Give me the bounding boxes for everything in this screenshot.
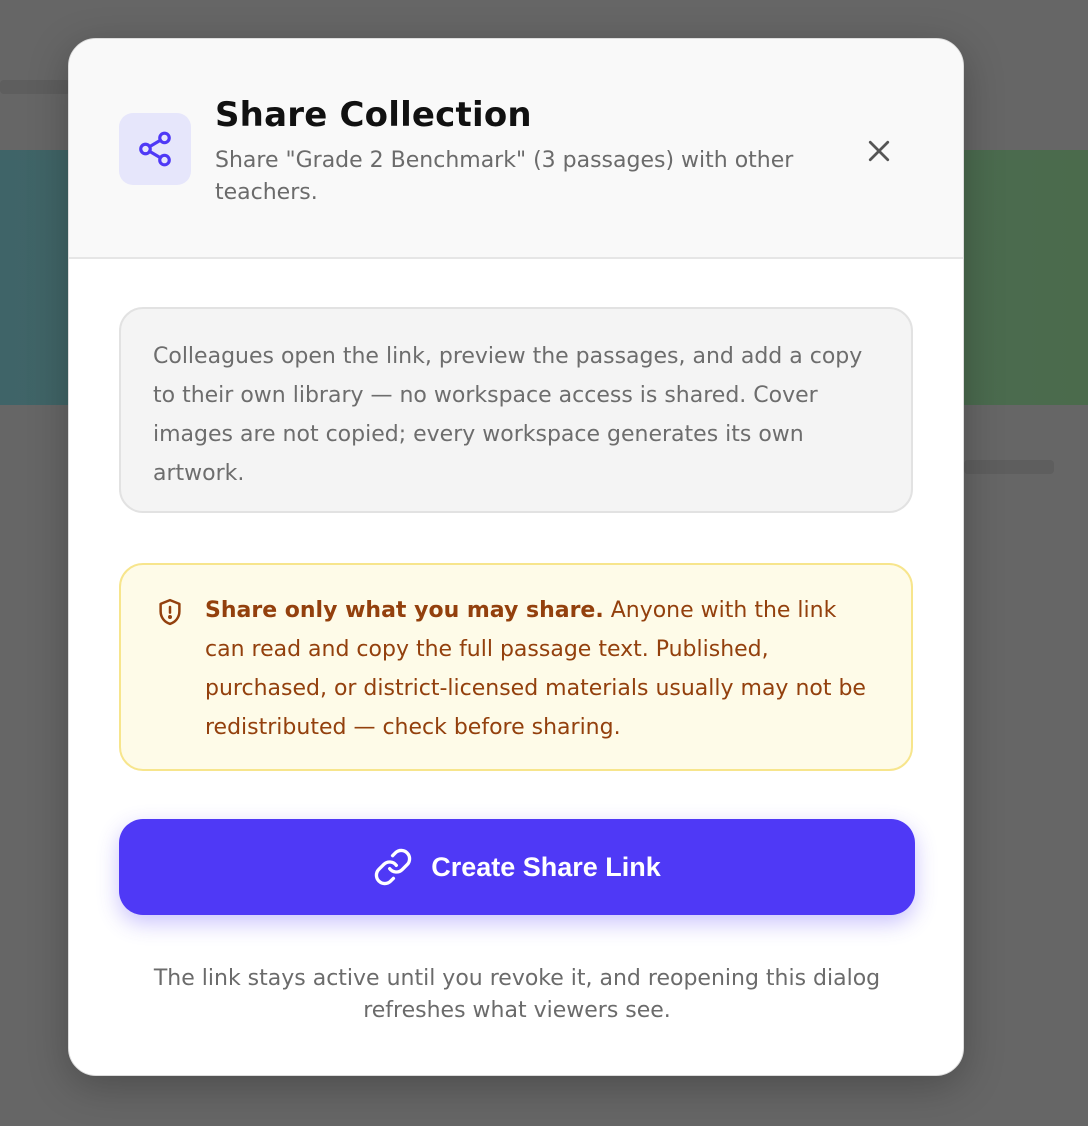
link-icon	[374, 848, 412, 886]
background-text-line	[0, 80, 70, 94]
info-text: Colleagues open the link, preview the pa…	[153, 344, 863, 486]
dialog-title: Share Collection	[215, 95, 532, 135]
dialog-subtitle: Share "Grade 2 Benchmark" (3 passages) w…	[215, 148, 794, 205]
warning-heading: Share only what you may share.	[205, 598, 604, 623]
share-icon	[119, 113, 191, 185]
background-text-line	[964, 460, 1054, 474]
dialog-header: Share Collection Share "Grade 2 Benchmar…	[69, 39, 963, 259]
close-button[interactable]	[859, 131, 899, 171]
close-icon	[868, 140, 890, 162]
create-share-link-label: Create Share Link	[431, 851, 661, 882]
share-collection-dialog: Share Collection Share "Grade 2 Benchmar…	[68, 38, 964, 1076]
warning-box: Share only what you may share. Anyone wi…	[119, 563, 913, 771]
warning-text: Share only what you may share. Anyone wi…	[205, 591, 879, 747]
info-box: Colleagues open the link, preview the pa…	[119, 307, 913, 513]
create-share-link-button[interactable]: Create Share Link	[119, 819, 915, 915]
shield-alert-icon	[159, 598, 181, 626]
footnote-text: The link stays active until you revoke i…	[153, 966, 881, 1023]
